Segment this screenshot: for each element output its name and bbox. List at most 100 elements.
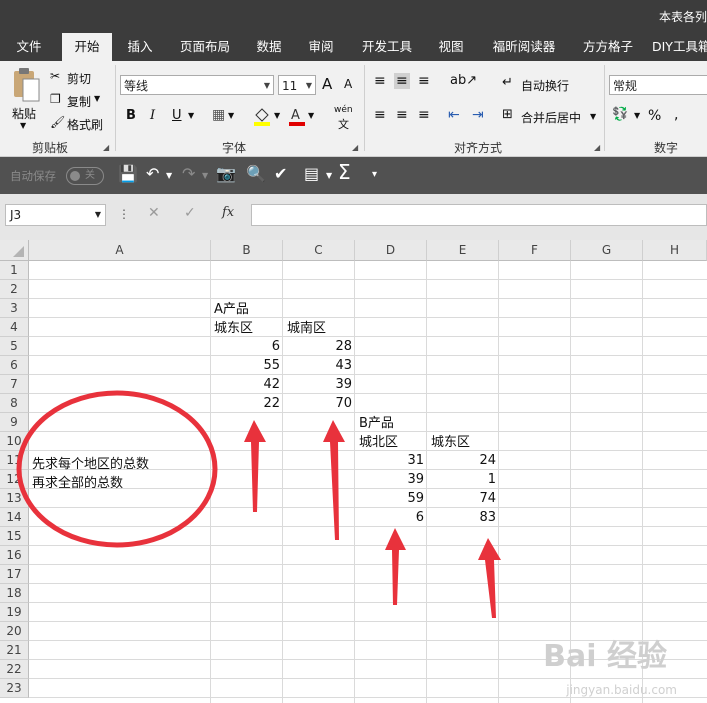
save-icon[interactable]: 💾 (118, 164, 138, 183)
font-launcher-icon[interactable]: ◢ (352, 143, 358, 152)
toggle-knob (70, 171, 80, 181)
worksheet-grid[interactable]: ABCDEFGH 1 2 3 4 5 6 7 8 9 10 11 12 13 14 15 16 17 18 19 20… (0, 240, 707, 703)
form-icon[interactable]: ▤ (304, 164, 319, 183)
font-name-select[interactable]: 等线 ▼ (120, 75, 274, 95)
undo-dropdown-icon[interactable]: ▼ (166, 171, 172, 180)
phonetic-guide-button[interactable]: wén (334, 105, 353, 115)
title-bar: 本表各列 (0, 0, 707, 33)
font-size-select[interactable]: 11 ▼ (278, 75, 316, 95)
tab-developer[interactable]: 开发工具 (356, 33, 418, 61)
autosave-toggle[interactable]: 关 (66, 167, 104, 185)
tab-ffcell[interactable]: 方方格子 (576, 33, 640, 61)
chevron-down-icon: ▼ (305, 81, 312, 90)
increase-indent-icon[interactable]: ⇥ (472, 107, 484, 123)
ribbon-tabs: 文件 开始 插入 页面布局 数据 审阅 开发工具 视图 福昕阅读器 方方格子 D… (0, 33, 707, 61)
currency-format-icon[interactable]: 💱 (612, 107, 628, 122)
name-box[interactable]: J3 ▼ (5, 204, 106, 226)
undo-icon[interactable]: ↶ (146, 164, 159, 183)
merge-center-icon[interactable]: ⊞ (502, 107, 513, 122)
copy-dropdown-icon[interactable]: ▼ (94, 94, 100, 103)
paste-button[interactable]: 粘贴 (12, 105, 36, 122)
font-group-label: 字体 (222, 141, 247, 155)
comma-style-icon[interactable]: , (674, 107, 678, 123)
paste-icon[interactable] (11, 67, 41, 103)
red-arrow-icon (385, 528, 406, 605)
ribbon-separator (604, 65, 605, 151)
number-group-label: 数字 (654, 141, 679, 155)
shrink-font-button[interactable]: A (344, 77, 352, 91)
font-color-icon[interactable]: A (288, 105, 306, 127)
borders-icon[interactable]: ▦ (212, 107, 225, 123)
paste-dropdown-icon[interactable]: ▼ (20, 121, 26, 130)
tab-insert[interactable]: 插入 (118, 33, 162, 61)
tab-view[interactable]: 视图 (432, 33, 470, 61)
align-bottom-icon[interactable]: ≡ (418, 73, 430, 89)
font-color-dropdown-icon[interactable]: ▼ (308, 111, 314, 120)
currency-dropdown-icon[interactable]: ▼ (634, 111, 640, 120)
fill-color-dropdown-icon[interactable]: ▼ (274, 111, 280, 120)
align-middle-icon[interactable]: ≡ (394, 73, 410, 89)
percent-style-button[interactable]: % (648, 108, 661, 124)
tab-file[interactable]: 文件 (4, 33, 54, 61)
chevron-down-icon: ▼ (263, 81, 270, 90)
tab-data[interactable]: 数据 (250, 33, 288, 61)
tab-foxit-reader[interactable]: 福昕阅读器 (486, 33, 562, 61)
ribbon-separator (115, 65, 116, 151)
camera-icon[interactable]: 📷 (216, 164, 236, 183)
formula-bar: J3 ▼ ⋮ ✕ ✓ fx (0, 194, 707, 240)
watermark-url: jingyan.baidu.com (566, 683, 677, 697)
redo-dropdown-icon[interactable]: ▼ (202, 171, 208, 180)
enter-icon[interactable]: ✓ (184, 205, 196, 221)
watermark-logo: Bai 经验 (543, 639, 667, 674)
customize-qat-icon[interactable]: ▾ (372, 169, 377, 180)
merge-dropdown-icon[interactable]: ▼ (590, 112, 596, 121)
format-painter-button[interactable]: 格式刷 (67, 116, 103, 133)
grow-font-button[interactable]: A (322, 75, 332, 93)
number-format-select[interactable]: 常规 (609, 75, 707, 95)
red-arrow-icon (323, 420, 345, 540)
format-painter-icon[interactable]: 🖌 (50, 115, 65, 129)
cut-icon[interactable]: ✂ (50, 69, 60, 83)
tab-home[interactable]: 开始 (62, 33, 112, 61)
autosum-icon[interactable]: Σ (338, 160, 351, 184)
align-center-icon[interactable]: ≡ (396, 107, 408, 123)
copy-icon[interactable]: ❐ (50, 92, 61, 106)
decrease-indent-icon[interactable]: ⇤ (448, 107, 460, 123)
borders-dropdown-icon[interactable]: ▼ (228, 111, 234, 120)
ribbon: 粘贴 ▼ ✂ 剪切 ❐ 复制 ▼ 🖌 格式刷 剪贴板 ◢ 等线 ▼ 11 ▼ A A… (0, 61, 707, 157)
autosave-state: 关 (85, 170, 95, 181)
insert-function-icon[interactable]: fx (222, 205, 234, 220)
bold-button[interactable]: B (126, 108, 136, 123)
more-options-icon[interactable]: ⋮ (118, 207, 130, 221)
italic-button[interactable]: I (150, 108, 155, 123)
tab-page-layout[interactable]: 页面布局 (174, 33, 236, 61)
underline-button[interactable]: U (172, 108, 182, 123)
cut-button[interactable]: 剪切 (67, 70, 91, 87)
autosave-label: 自动保存 (10, 169, 56, 183)
copy-button[interactable]: 复制 (67, 93, 91, 110)
tab-diy-toolbox[interactable]: DIY工具箱 (652, 33, 707, 61)
orientation-icon[interactable]: ab↗ (450, 73, 477, 88)
align-top-icon[interactable]: ≡ (374, 73, 386, 89)
redo-icon[interactable]: ↷ (182, 164, 195, 183)
merge-center-button[interactable]: 合并后居中 (521, 109, 581, 126)
phonetic-guide-icon: 文 (338, 118, 349, 131)
cancel-icon[interactable]: ✕ (148, 205, 160, 221)
fill-color-icon[interactable] (252, 105, 272, 127)
alignment-group-label: 对齐方式 (454, 141, 503, 155)
tab-review[interactable]: 审阅 (302, 33, 340, 61)
formula-input[interactable] (251, 204, 707, 226)
wrap-text-button[interactable]: 自动换行 (521, 77, 569, 94)
check-icon[interactable]: ✔ (274, 164, 287, 183)
clipboard-launcher-icon[interactable]: ◢ (103, 143, 109, 152)
print-preview-icon[interactable]: 🔍 (246, 164, 266, 183)
alignment-launcher-icon[interactable]: ◢ (594, 143, 600, 152)
clipboard-group-label: 剪贴板 (32, 141, 69, 155)
underline-dropdown-icon[interactable]: ▼ (188, 111, 194, 120)
quick-access-toolbar: 自动保存 关 💾 ↶ ▼ ↷ ▼ 📷 🔍 ✔ ▤ ▼ Σ ▾ (0, 157, 707, 194)
ribbon-separator (364, 65, 365, 151)
wrap-text-icon[interactable]: ↵ (502, 75, 513, 90)
align-left-icon[interactable]: ≡ (374, 107, 386, 123)
form-dropdown-icon[interactable]: ▼ (326, 171, 332, 180)
align-right-icon[interactable]: ≡ (418, 107, 430, 123)
